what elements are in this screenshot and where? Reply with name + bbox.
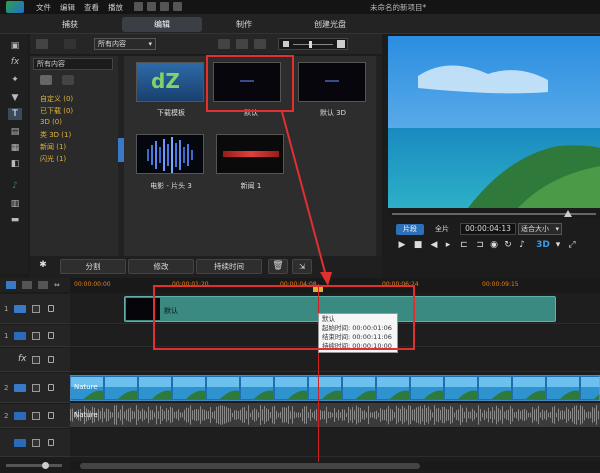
timeline-scroll-thumb[interactable] — [80, 463, 420, 469]
timeline-zoom-slider[interactable] — [6, 464, 62, 467]
annotation-arrow — [281, 111, 332, 286]
zoom-slider-thumb[interactable] — [42, 462, 49, 469]
